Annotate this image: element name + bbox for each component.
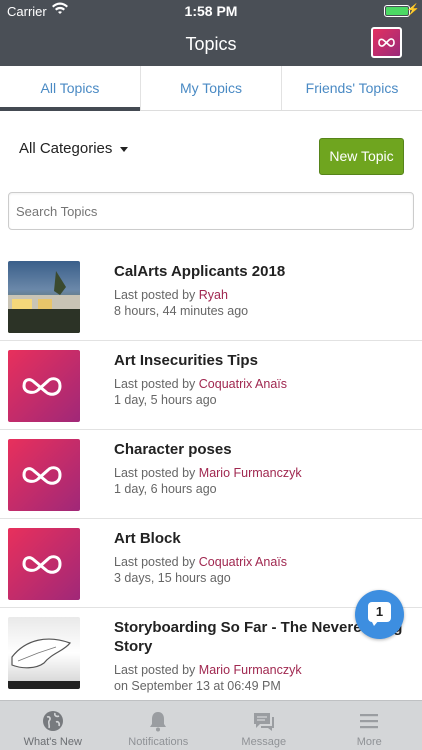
new-topic-button[interactable]: New Topic: [319, 138, 404, 175]
topic-time: on September 13 at 06:49 PM: [114, 679, 281, 693]
topic-thumbnail-logo: [8, 350, 80, 422]
bottom-tab-message[interactable]: Message: [211, 701, 317, 750]
topic-thumbnail-photo: [8, 261, 80, 333]
topic-last-posted: Last posted by Coquatrix Anaïs: [114, 555, 287, 571]
topic-row[interactable]: Character poses Last posted by Mario Fur…: [0, 430, 422, 519]
bottom-tab-label: Notifications: [128, 736, 189, 748]
bottom-tab-label: Message: [241, 736, 287, 748]
chat-bubble-tail: [371, 620, 379, 626]
globe-icon: [42, 711, 63, 731]
charging-icon: ⚡: [406, 4, 420, 16]
topic-thumbnail-logo: [8, 528, 80, 600]
bottom-tab-label: What's New: [23, 736, 82, 748]
app-logo-button[interactable]: [371, 27, 402, 58]
status-bar: Carrier 1:58 PM ⚡: [0, 0, 422, 22]
search-input[interactable]: [8, 192, 414, 230]
top-bar: Carrier 1:58 PM ⚡ Topics: [0, 0, 422, 66]
infinity-logo-icon: [22, 466, 62, 485]
menu-icon: [360, 714, 379, 729]
topic-row[interactable]: CalArts Applicants 2018 Last posted by R…: [0, 252, 422, 341]
topic-author-link[interactable]: Ryah: [199, 288, 228, 302]
topic-row[interactable]: Art Insecurities Tips Last posted by Coq…: [0, 341, 422, 430]
bottom-tab-bar: What's New Notifications Message More: [0, 700, 422, 750]
topic-row[interactable]: Art Block Last posted by Coquatrix Anaïs…: [0, 519, 422, 608]
caret-down-icon: [120, 146, 129, 152]
page-title: Topics: [185, 34, 237, 54]
infinity-logo-icon: [22, 555, 62, 574]
topic-time: 1 day, 5 hours ago: [114, 393, 217, 407]
last-posted-prefix: Last posted by: [114, 288, 199, 302]
tab-all-topics[interactable]: All Topics: [0, 66, 141, 111]
topic-author-link[interactable]: Mario Furmanczyk: [199, 663, 302, 677]
clock: 1:58 PM: [184, 3, 238, 19]
topic-author-link[interactable]: Coquatrix Anaïs: [199, 377, 287, 391]
last-posted-prefix: Last posted by: [114, 663, 199, 677]
topic-title: Art Block: [114, 530, 181, 547]
bottom-tab-more[interactable]: More: [317, 701, 422, 750]
chat-button[interactable]: 1: [355, 590, 404, 639]
bottom-tab-notifications[interactable]: Notifications: [106, 701, 212, 750]
last-posted-prefix: Last posted by: [114, 377, 199, 391]
topic-last-posted: Last posted by Ryah: [114, 288, 228, 304]
chat-count-badge: 1: [368, 602, 391, 622]
tab-friends-topics[interactable]: Friends' Topics: [282, 66, 422, 110]
topic-tabs: All Topics My Topics Friends' Topics: [0, 66, 422, 111]
last-posted-prefix: Last posted by: [114, 466, 199, 480]
category-label: All Categories: [19, 140, 113, 157]
last-posted-prefix: Last posted by: [114, 555, 199, 569]
topic-title: Character poses: [114, 441, 232, 458]
topic-thumbnail-logo: [8, 439, 80, 511]
category-dropdown[interactable]: All Categories: [19, 140, 129, 157]
infinity-logo-icon: [378, 38, 395, 47]
topic-time: 3 days, 15 hours ago: [114, 571, 231, 585]
topic-time: 8 hours, 44 minutes ago: [114, 304, 249, 318]
infinity-logo-icon: [22, 377, 62, 396]
bottom-tab-whats-new[interactable]: What's New: [0, 701, 106, 750]
bottom-tab-label: More: [356, 736, 382, 748]
topic-title: Art Insecurities Tips: [114, 352, 258, 369]
chat-icon: [253, 713, 274, 731]
topic-last-posted: Last posted by Mario Furmanczyk: [114, 663, 302, 679]
bell-icon: [150, 712, 167, 732]
topic-thumbnail-sketch: [8, 617, 80, 689]
topic-last-posted: Last posted by Mario Furmanczyk: [114, 466, 302, 482]
topic-time: 1 day, 6 hours ago: [114, 482, 217, 496]
topic-last-posted: Last posted by Coquatrix Anaïs: [114, 377, 287, 393]
topic-author-link[interactable]: Coquatrix Anaïs: [199, 555, 287, 569]
tab-my-topics[interactable]: My Topics: [141, 66, 282, 110]
topic-title: CalArts Applicants 2018: [114, 263, 286, 280]
topic-author-link[interactable]: Mario Furmanczyk: [199, 466, 302, 480]
